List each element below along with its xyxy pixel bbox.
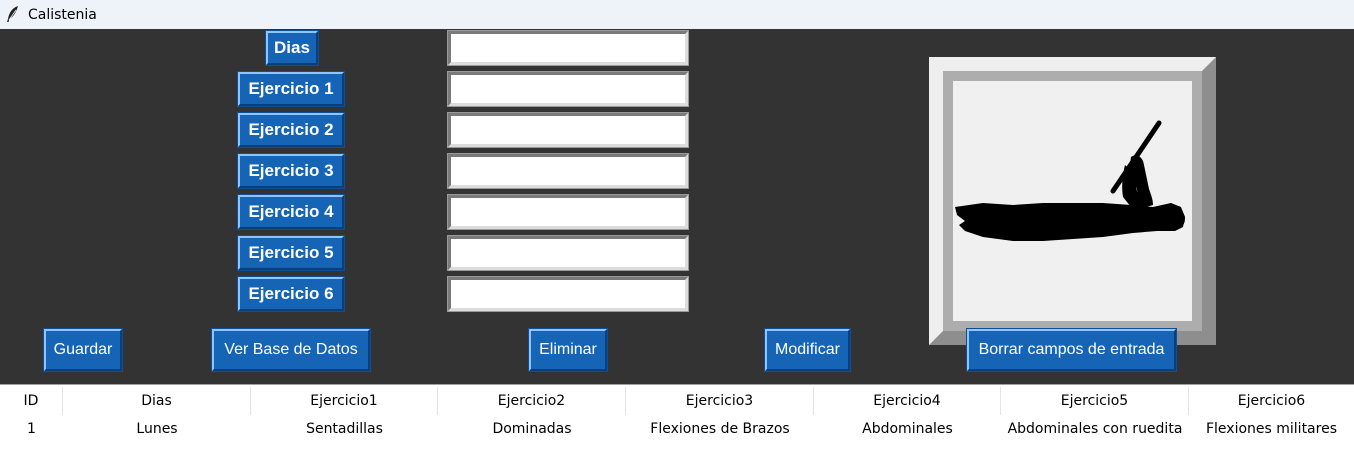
column-header-id[interactable]: ID [0, 387, 63, 415]
cell-ejercicio2: Dominadas [492, 421, 572, 437]
cell-ejercicio3: Flexiones de Brazos [650, 421, 790, 437]
column-header-ejercicio1[interactable]: Ejercicio1 [251, 387, 438, 415]
label-ejercicio-4: Ejercicio 4 [237, 194, 345, 230]
image-frame [929, 57, 1216, 345]
ejercicio-5-input[interactable] [447, 235, 689, 271]
column-header-dias[interactable]: Dias [63, 387, 251, 415]
ejercicio-6-input[interactable] [447, 276, 689, 312]
table-header: ID Dias Ejercicio1 Ejercicio2 Ejercicio3… [0, 387, 1354, 415]
feather-icon [7, 6, 18, 22]
column-header-ejercicio3[interactable]: Ejercicio3 [626, 387, 814, 415]
cell-ejercicio1: Sentadillas [306, 421, 383, 437]
ejercicio-2-input[interactable] [447, 112, 689, 148]
label-ejercicio-5: Ejercicio 5 [237, 235, 345, 271]
ejercicio-3-input[interactable] [447, 153, 689, 189]
label-ejercicio-2: Ejercicio 2 [237, 112, 345, 148]
borrar-campos-button[interactable]: Borrar campos de entrada [966, 328, 1177, 372]
ejercicio-1-input[interactable] [447, 71, 689, 107]
title-bar: Calistenia [0, 0, 1354, 29]
eliminar-button[interactable]: Eliminar [528, 328, 608, 372]
dias-input[interactable] [447, 30, 689, 66]
label-ejercicio-1: Ejercicio 1 [237, 71, 345, 107]
table-row[interactable]: 1 Lunes Sentadillas Dominadas Flexiones … [0, 415, 1354, 443]
cell-id: 1 [27, 421, 36, 437]
modificar-button[interactable]: Modificar [764, 328, 851, 372]
ejercicio-4-input[interactable] [447, 194, 689, 230]
label-ejercicio-6: Ejercicio 6 [237, 276, 345, 312]
column-header-ejercicio5[interactable]: Ejercicio5 [1001, 387, 1189, 415]
cell-ejercicio4: Abdominales [862, 421, 953, 437]
data-table[interactable]: ID Dias Ejercicio1 Ejercicio2 Ejercicio3… [0, 384, 1354, 463]
column-header-ejercicio2[interactable]: Ejercicio2 [438, 387, 626, 415]
window-title: Calistenia [28, 7, 97, 23]
image-canvas [953, 81, 1192, 321]
ver-base-de-datos-button[interactable]: Ver Base de Datos [211, 328, 371, 372]
calisthenics-front-lever-icon [955, 120, 1185, 241]
cell-ejercicio6: Flexiones militares [1205, 421, 1337, 437]
guardar-button[interactable]: Guardar [43, 328, 123, 372]
cell-ejercicio5: Abdominales con ruedita [1007, 421, 1183, 437]
label-dias: Dias [265, 30, 319, 66]
column-header-ejercicio6[interactable]: Ejercicio6 [1189, 387, 1354, 415]
cell-dias: Lunes [136, 421, 178, 437]
label-ejercicio-3: Ejercicio 3 [237, 153, 345, 189]
column-header-ejercicio4[interactable]: Ejercicio4 [814, 387, 1001, 415]
